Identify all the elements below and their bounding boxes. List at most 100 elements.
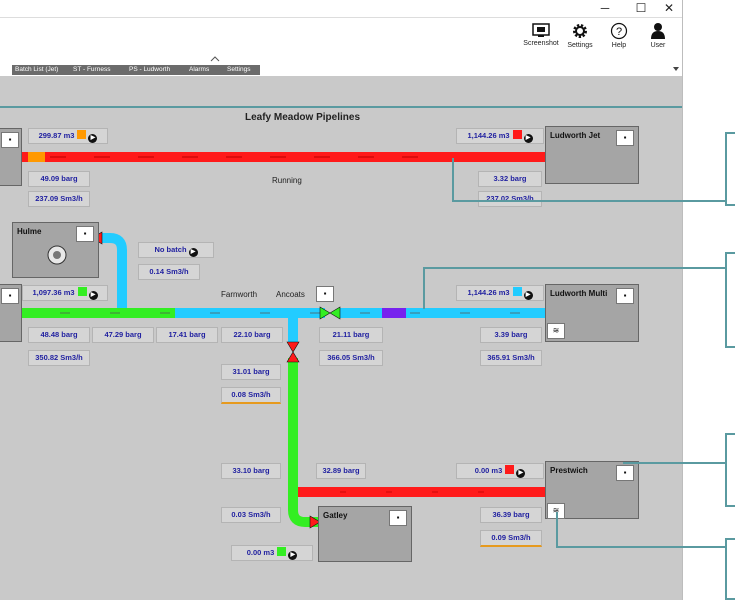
tank-icon: ▪ — [389, 510, 407, 526]
pipe-vertical-cyan — [288, 313, 298, 343]
hulme-batch: No batch ▶ — [138, 242, 214, 258]
tab-batch-list[interactable]: Batch List (Jet) — [12, 65, 72, 75]
help-icon: ? — [610, 22, 628, 40]
mid-left-pressure: 48.48 barg — [28, 327, 90, 343]
gatley-flow: 0.03 Sm3/h — [221, 507, 281, 523]
pressure-22: 22.10 barg — [221, 327, 283, 343]
gatley-volume: 0.00 m3 ▶ — [231, 545, 313, 561]
ludworth-jet-pressure: 3.32 barg — [478, 171, 542, 187]
pipe-bottom — [298, 487, 548, 497]
tank-icon: ▪ — [616, 130, 634, 146]
svg-text:?: ? — [616, 26, 622, 38]
hulme-flow: 0.14 Sm3/h — [138, 264, 200, 280]
station-name: Gatley — [323, 511, 348, 520]
station-name: Prestwich — [550, 466, 588, 475]
app-window: ─ ☐ ✕ Screenshot Settings ? Help User Ba… — [0, 0, 683, 600]
station-ludworth-jet[interactable]: Ludworth Jet ▪ — [545, 126, 639, 184]
batch-purple — [382, 308, 406, 318]
batch-orange — [28, 152, 45, 162]
tab-settings[interactable]: Settings — [224, 65, 260, 75]
tank-icon: ▪ — [616, 288, 634, 304]
play-icon: ▶ — [88, 291, 98, 300]
pipe-mid-cyan — [175, 308, 325, 318]
status-running: Running — [272, 176, 302, 185]
prestwich-pressure: 36.39 barg — [480, 507, 542, 523]
tank-icon[interactable]: ▪ — [316, 286, 334, 302]
close-icon[interactable]: ✕ — [658, 0, 680, 16]
top-left-flow: 237.09 Sm3/h — [28, 191, 90, 207]
callout-panel — [725, 433, 735, 507]
tab-alarms[interactable]: Alarms — [186, 65, 226, 75]
callout-line — [556, 546, 725, 548]
maximize-icon[interactable]: ☐ — [630, 0, 652, 16]
label-ancoats: Ancoats — [276, 290, 305, 299]
chevron-up-icon[interactable] — [210, 56, 220, 62]
pipe-vertical-green — [288, 358, 322, 527]
prestwich-flow: 0.09 Sm3/h — [480, 530, 542, 547]
station-hulme[interactable]: Hulme ▪ — [12, 222, 99, 278]
screenshot-icon — [532, 23, 550, 37]
gear-icon — [573, 24, 587, 38]
user-icon — [651, 23, 665, 39]
pressure-17: 17.41 barg — [156, 327, 218, 343]
user-button[interactable]: User — [636, 22, 680, 49]
play-icon: ▶ — [516, 469, 526, 478]
ancoats-pressure: 21.11 barg — [319, 327, 383, 343]
mid-left-flow: 350.82 Sm3/h — [28, 350, 90, 366]
top-left-volume: 299.87 m3 ▶ — [28, 128, 108, 144]
pump-icon — [47, 245, 67, 265]
callout-line — [452, 200, 725, 202]
trend-icon[interactable]: ≋ — [547, 323, 565, 339]
mid-left-volume: 1,097.36 m3 ▶ — [22, 285, 108, 301]
tank-icon: ▪ — [1, 288, 19, 304]
vertical-pressure: 31.01 barg — [221, 364, 281, 380]
ludworth-jet-volume: 1,144.26 m3 ▶ — [456, 128, 544, 144]
settings-label: Settings — [567, 42, 593, 49]
pressure-47: 47.29 barg — [92, 327, 154, 343]
prestwich-volume: 0.00 m3 ▶ — [456, 463, 544, 479]
station-name: Ludworth Jet — [550, 131, 601, 140]
play-icon: ▶ — [188, 248, 198, 257]
callout-panel — [725, 252, 735, 348]
callout-panel — [725, 132, 735, 206]
user-label: User — [650, 42, 666, 49]
callout-line — [623, 462, 725, 464]
station-left-top[interactable]: ▪ — [0, 128, 22, 186]
play-icon: ▶ — [523, 134, 533, 143]
play-icon: ▶ — [88, 134, 98, 143]
tank-icon: ▪ — [616, 465, 634, 481]
ludworth-multi-volume: 1,144.26 m3 ▶ — [456, 285, 544, 301]
callout-panel — [725, 538, 735, 600]
screenshot-button[interactable]: Screenshot — [519, 22, 563, 47]
minimize-icon[interactable]: ─ — [594, 0, 616, 16]
ludworth-multi-flow: 365.91 Sm3/h — [480, 350, 542, 366]
tab-st-furness[interactable]: ST - Furness — [70, 65, 128, 75]
callout-line — [556, 512, 558, 548]
help-button[interactable]: ? Help — [597, 22, 641, 49]
top-left-pressure: 49.09 barg — [28, 171, 90, 187]
ancoats-flow: 366.05 Sm3/h — [319, 350, 383, 366]
settings-button[interactable]: Settings — [558, 22, 602, 49]
help-label: Help — [611, 42, 627, 49]
tab-ps-ludworth[interactable]: PS - Ludworth — [126, 65, 188, 75]
valve-icon — [319, 306, 341, 320]
vertical-flow: 0.08 Sm3/h — [221, 387, 281, 404]
station-left-mid[interactable]: ▪ — [0, 284, 22, 342]
play-icon: ▶ — [523, 291, 533, 300]
screenshot-label: Screenshot — [523, 40, 559, 47]
callout-line — [423, 267, 425, 309]
station-name: Hulme — [17, 227, 42, 236]
station-name: Ludworth Multi — [550, 289, 608, 298]
ludworth-multi-pressure: 3.39 barg — [480, 327, 542, 343]
station-gatley[interactable]: Gatley ▪ — [318, 506, 412, 562]
ludworth-jet-flow: 237.02 Sm3/h — [478, 191, 542, 207]
pipe-mid-green — [0, 308, 175, 318]
callout-line — [423, 267, 725, 269]
gatley-in-pressure: 33.10 barg — [221, 463, 281, 479]
play-icon: ▶ — [288, 551, 298, 560]
schematic-area: Leafy Meadow Pipelines ▪ ▪ Ludworth Jet … — [0, 76, 682, 600]
valve-icon — [286, 341, 300, 363]
callout-line — [452, 158, 454, 202]
label-farnworth: Farnworth — [221, 290, 258, 299]
bottom-pressure: 32.89 barg — [316, 463, 366, 479]
